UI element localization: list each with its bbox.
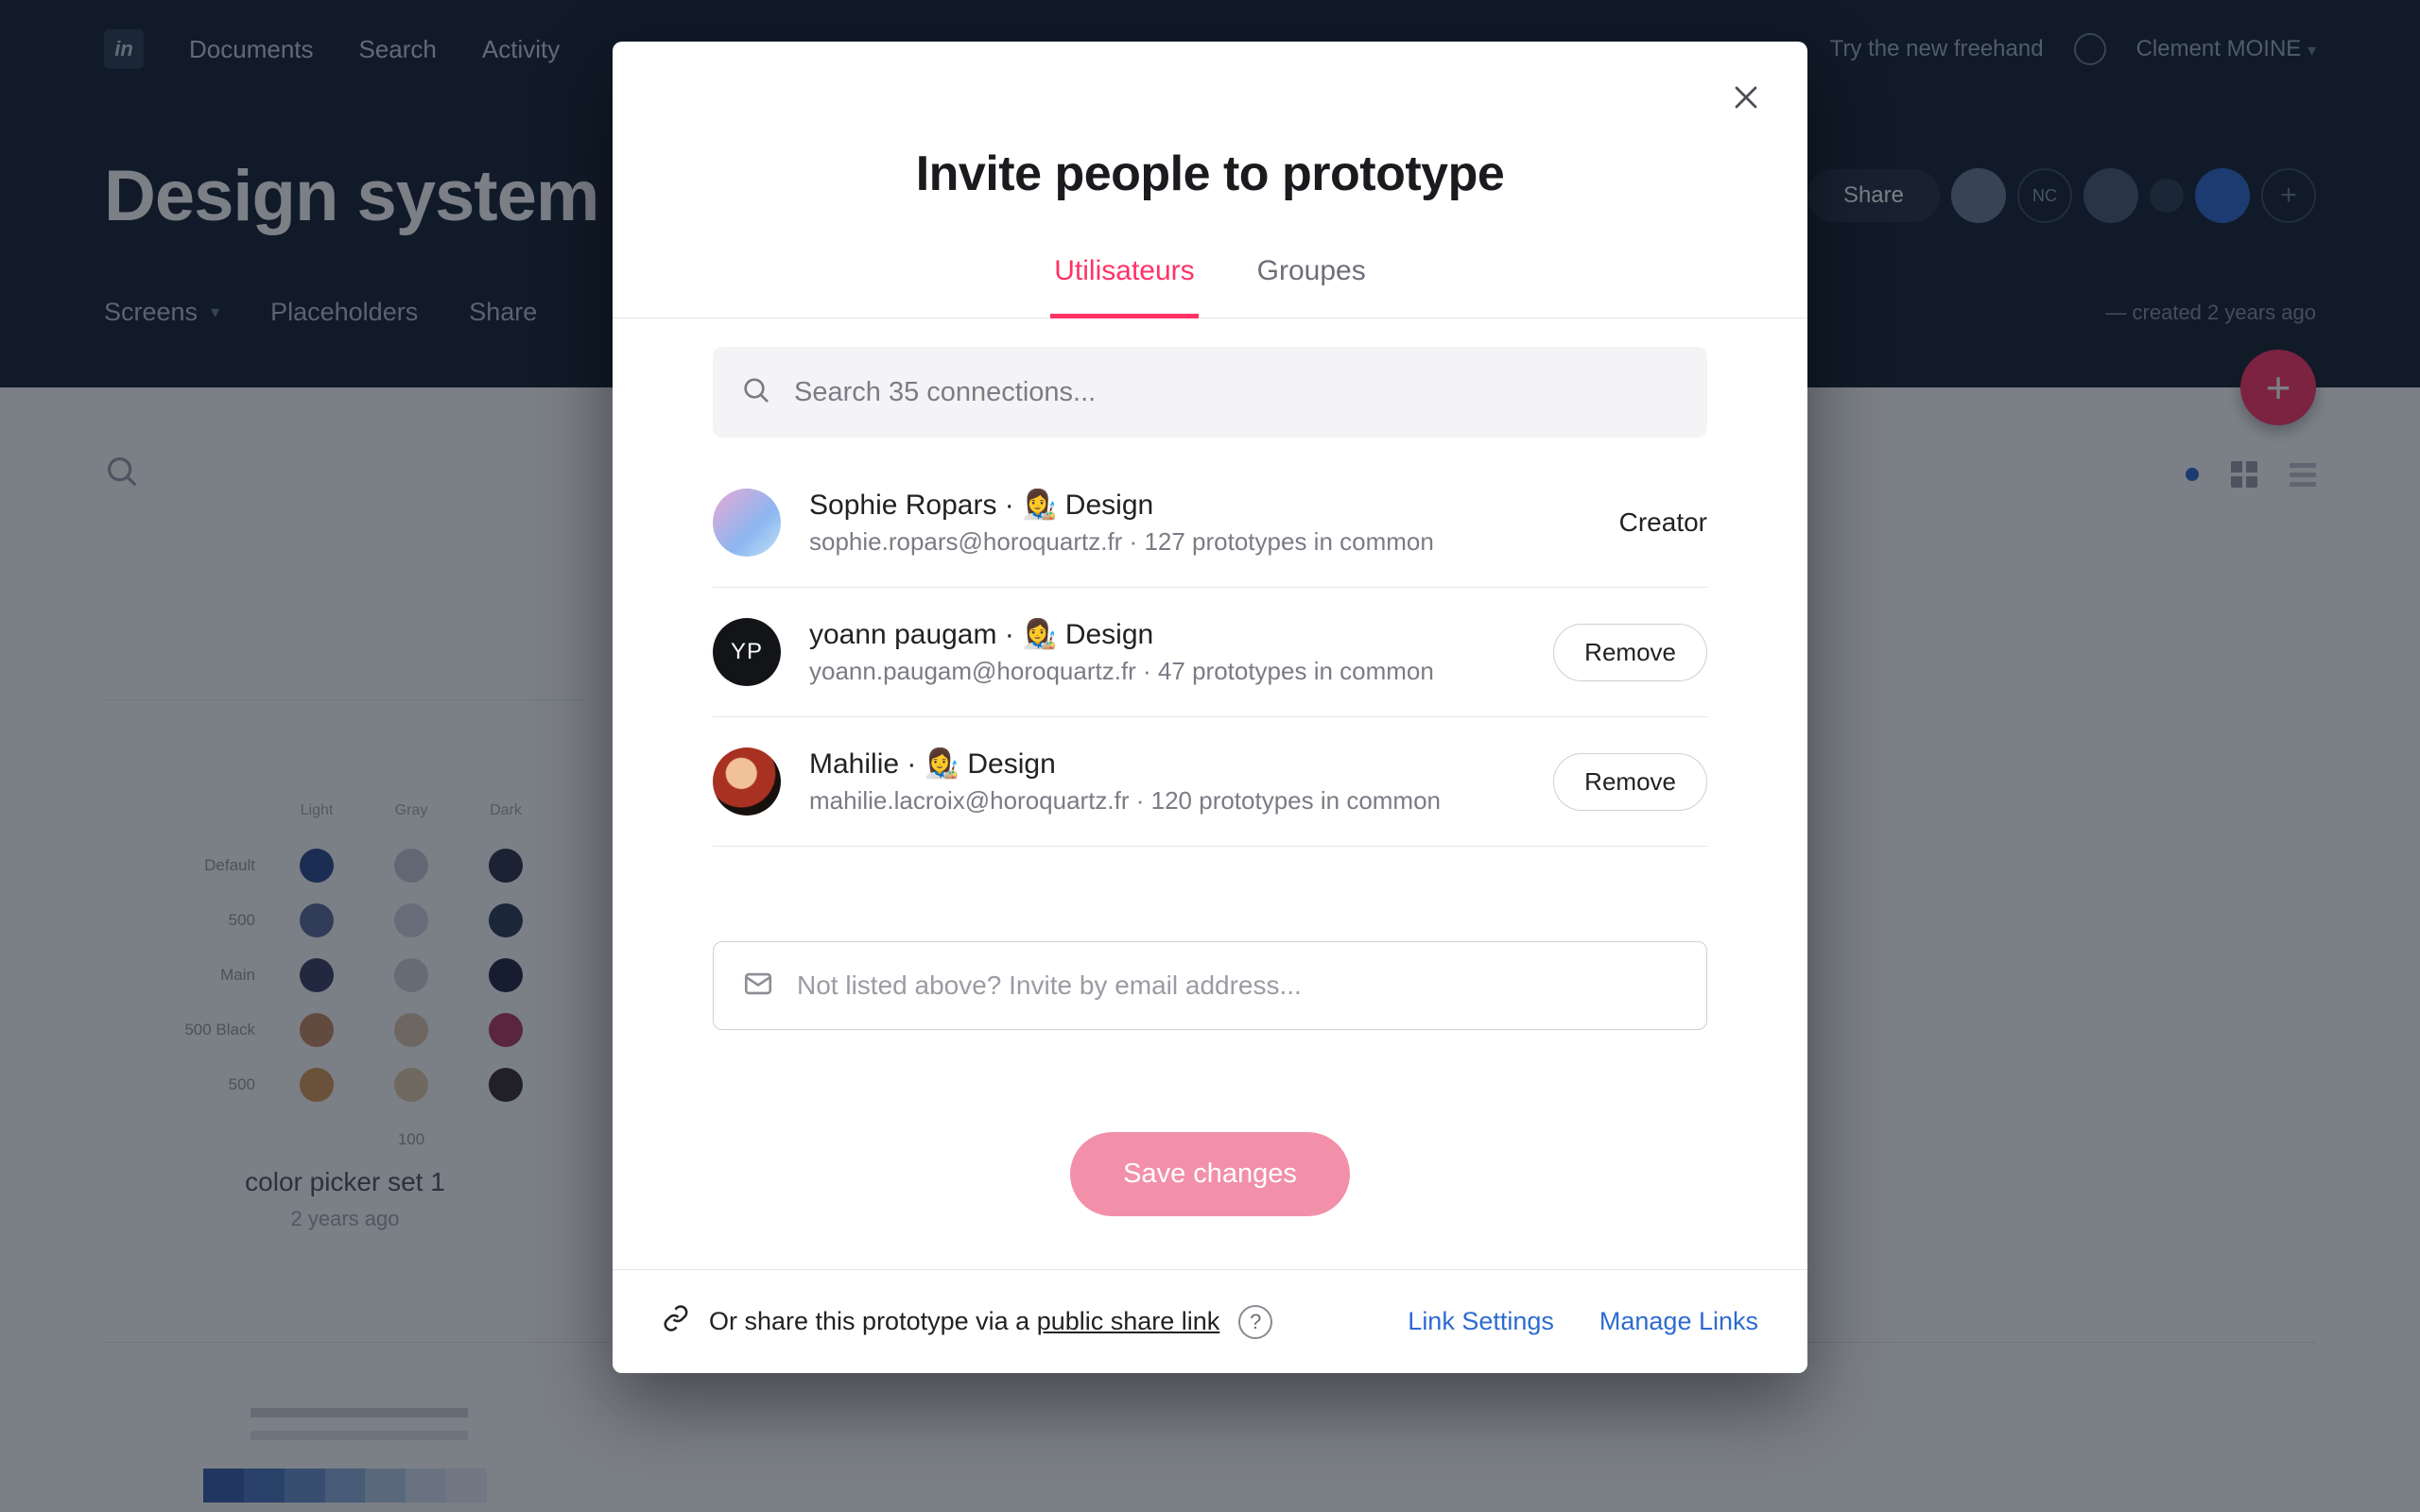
person-name: Mahilie · 👩‍🎨 Design xyxy=(809,747,1525,781)
remove-button[interactable]: Remove xyxy=(1553,624,1707,681)
person-meta: yoann.paugam@horoquartz.fr · 47 prototyp… xyxy=(809,657,1525,686)
invite-email-input[interactable] xyxy=(795,970,1678,1002)
role-creator: Creator xyxy=(1619,507,1707,538)
modal-tabs: Utilisateurs Groupes xyxy=(613,255,1807,318)
person-name: Sophie Ropars · 👩‍🎨 Design xyxy=(809,489,1591,522)
close-button[interactable] xyxy=(1732,83,1760,116)
person-meta: sophie.ropars@horoquartz.fr · 127 protot… xyxy=(809,527,1591,557)
remove-button[interactable]: Remove xyxy=(1553,753,1707,811)
modal-title: Invite people to prototype xyxy=(613,146,1807,202)
public-share-link[interactable]: public share link xyxy=(1037,1307,1220,1335)
footer-text: Or share this prototype via a public sha… xyxy=(709,1307,1219,1336)
person-row: YP yoann paugam · 👩‍🎨 Design yoann.pauga… xyxy=(713,588,1707,717)
help-icon[interactable]: ? xyxy=(1238,1305,1272,1339)
save-changes-button[interactable]: Save changes xyxy=(1070,1132,1350,1216)
person-meta: mahilie.lacroix@horoquartz.fr · 120 prot… xyxy=(809,786,1525,816)
people-list: Sophie Ropars · 👩‍🎨 Design sophie.ropars… xyxy=(713,449,1707,847)
person-row: Mahilie · 👩‍🎨 Design mahilie.lacroix@hor… xyxy=(713,717,1707,847)
manage-links-link[interactable]: Manage Links xyxy=(1599,1307,1758,1336)
invite-by-email-field[interactable] xyxy=(713,941,1707,1030)
search-icon xyxy=(741,375,771,410)
invite-modal: Invite people to prototype Utilisateurs … xyxy=(613,42,1807,1373)
avatar xyxy=(713,489,781,557)
link-settings-link[interactable]: Link Settings xyxy=(1408,1307,1554,1336)
avatar: YP xyxy=(713,618,781,686)
mail-icon xyxy=(742,968,774,1005)
link-icon xyxy=(662,1304,690,1339)
avatar xyxy=(713,747,781,816)
tab-users[interactable]: Utilisateurs xyxy=(1050,255,1198,318)
modal-footer: Or share this prototype via a public sha… xyxy=(613,1269,1807,1373)
person-name: yoann paugam · 👩‍🎨 Design xyxy=(809,618,1525,651)
person-row: Sophie Ropars · 👩‍🎨 Design sophie.ropars… xyxy=(713,449,1707,588)
search-connections-field[interactable] xyxy=(713,347,1707,438)
search-connections-input[interactable] xyxy=(792,376,1679,409)
tab-groups[interactable]: Groupes xyxy=(1253,255,1370,318)
